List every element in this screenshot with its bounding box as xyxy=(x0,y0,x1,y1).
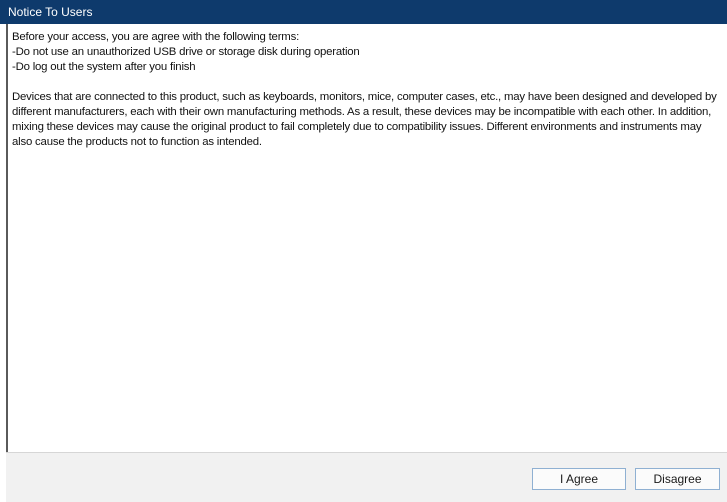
term-item: -Do not use an unauthorized USB drive or… xyxy=(12,46,360,58)
notice-content: Before your access, you are agree with t… xyxy=(6,24,727,452)
notice-paragraph: Devices that are connected to this produ… xyxy=(12,91,717,148)
notice-intro: Before your access, you are agree with t… xyxy=(12,31,300,43)
agree-button[interactable]: I Agree xyxy=(532,468,626,490)
disagree-button[interactable]: Disagree xyxy=(635,468,720,490)
notice-dialog: Notice To Users Before your access, you … xyxy=(0,0,727,502)
term-item: -Do log out the system after you finish xyxy=(12,61,196,73)
dialog-footer: I Agree Disagree xyxy=(6,452,727,502)
dialog-title: Notice To Users xyxy=(0,0,727,24)
